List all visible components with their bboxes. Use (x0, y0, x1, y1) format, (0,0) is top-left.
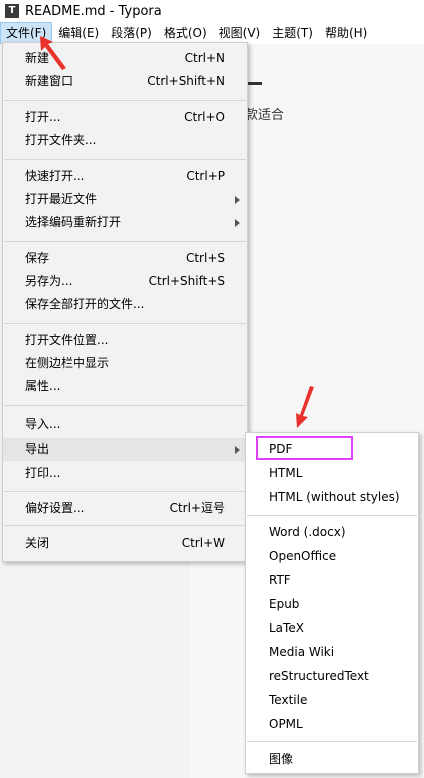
export-openoffice[interactable]: OpenOffice (246, 545, 418, 568)
menu-separator (4, 241, 246, 242)
export-html-without-styles[interactable]: HTML (without styles) (246, 486, 418, 509)
export-image[interactable]: 图像 (246, 748, 418, 771)
export-mediawiki[interactable]: Media Wiki (246, 641, 418, 664)
red-arrow-icon (296, 386, 314, 428)
export-rtf[interactable]: RTF (246, 569, 418, 592)
window-title: README.md - Typora (25, 3, 162, 19)
menu-item-reveal-sidebar[interactable]: 在侧边栏中显示 (3, 352, 247, 375)
menu-item-properties[interactable]: 属性... (3, 375, 247, 398)
menu-separator (4, 100, 246, 101)
menu-item-open-location[interactable]: 打开文件位置... (3, 329, 247, 352)
file-menu: 新建 Ctrl+N 新建窗口 Ctrl+Shift+N 打开... Ctrl+O… (2, 42, 248, 562)
menu-theme[interactable]: 主题(T) (266, 22, 319, 44)
menu-separator (4, 525, 246, 526)
editor-text: 款适合 (245, 108, 285, 123)
export-word[interactable]: Word (.docx) (246, 521, 418, 544)
menu-item-open[interactable]: 打开... Ctrl+O (3, 106, 247, 129)
menu-separator (247, 515, 417, 516)
menu-item-save-all[interactable]: 保存全部打开的文件... (3, 293, 247, 316)
title-bar: README.md - Typora (0, 0, 424, 22)
export-submenu: PDF HTML HTML (without styles) Word (.do… (245, 432, 419, 774)
menu-separator (4, 323, 246, 324)
menu-separator (4, 405, 246, 406)
menu-item-open-recent[interactable]: 打开最近文件 (3, 188, 247, 211)
menu-item-print[interactable]: 打印... (3, 462, 247, 485)
red-arrow-icon (40, 36, 66, 70)
menu-separator (4, 491, 246, 492)
menu-format[interactable]: 格式(O) (158, 22, 213, 44)
menu-item-quick-open[interactable]: 快速打开... Ctrl+P (3, 165, 247, 188)
menu-item-export[interactable]: 导出 (3, 438, 247, 461)
export-epub[interactable]: Epub (246, 593, 418, 616)
export-textile[interactable]: Textile (246, 689, 418, 712)
menu-help[interactable]: 帮助(H) (319, 22, 373, 44)
submenu-arrow-icon (235, 196, 240, 204)
menu-item-save[interactable]: 保存 Ctrl+S (3, 247, 247, 270)
export-html[interactable]: HTML (246, 462, 418, 485)
menu-item-reopen-encoding[interactable]: 选择编码重新打开 (3, 211, 247, 234)
menu-item-import[interactable]: 导入... (3, 413, 247, 436)
export-latex[interactable]: LaTeX (246, 617, 418, 640)
menu-item-save-as[interactable]: 另存为... Ctrl+Shift+S (3, 270, 247, 293)
menu-item-new-window[interactable]: 新建窗口 Ctrl+Shift+N (3, 70, 247, 93)
menu-paragraph[interactable]: 段落(P) (105, 22, 158, 44)
menu-separator (4, 159, 246, 160)
submenu-arrow-icon (235, 446, 240, 454)
export-opml[interactable]: OPML (246, 713, 418, 736)
export-restructuredtext[interactable]: reStructuredText (246, 665, 418, 688)
menu-item-close[interactable]: 关闭 Ctrl+W (3, 532, 247, 555)
typora-app-icon (5, 4, 19, 18)
menu-view[interactable]: 视图(V) (213, 22, 267, 44)
menu-item-preferences[interactable]: 偏好设置... Ctrl+逗号 (3, 497, 247, 520)
menu-separator (247, 741, 417, 742)
menu-item-open-folder[interactable]: 打开文件夹... (3, 129, 247, 152)
submenu-arrow-icon (235, 219, 240, 227)
pdf-highlight-box (256, 436, 353, 460)
